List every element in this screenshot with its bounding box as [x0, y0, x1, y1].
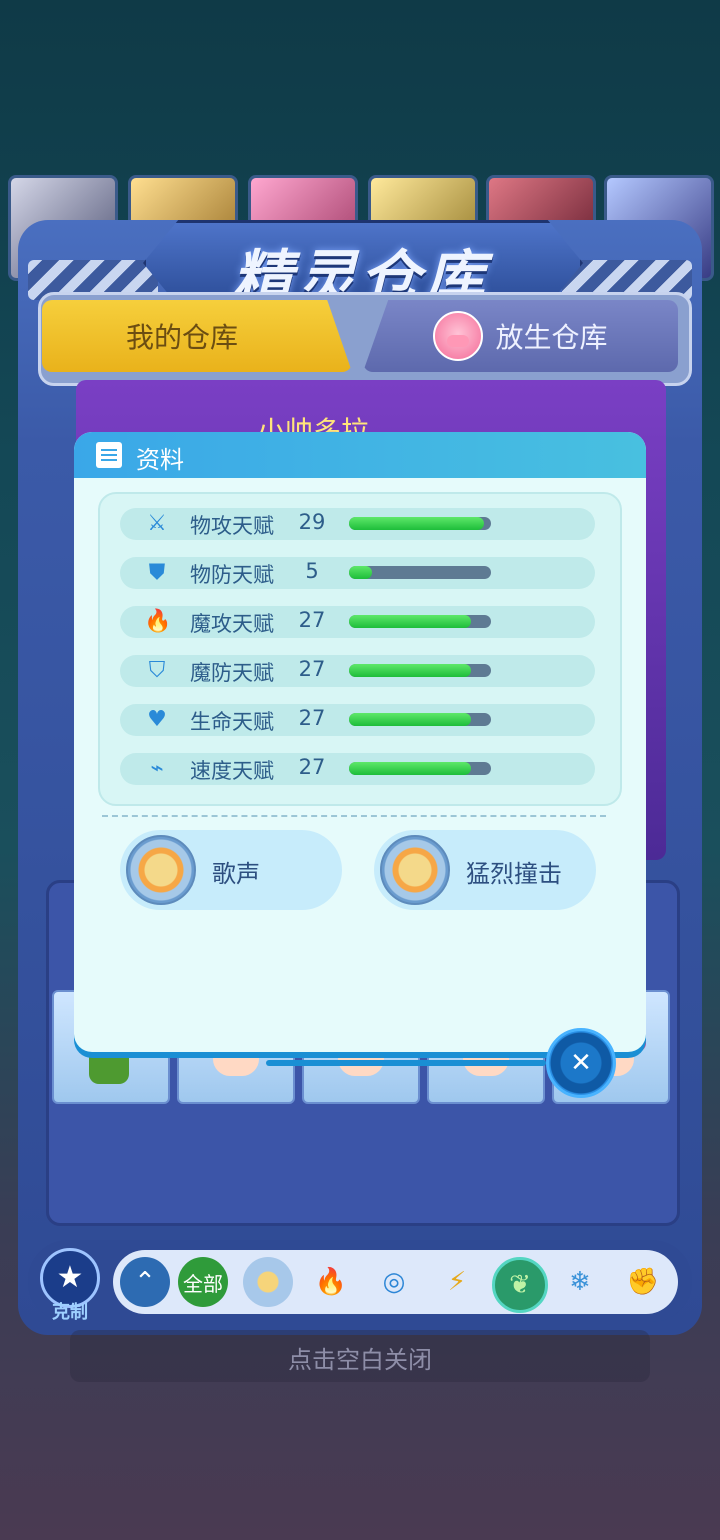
stat-row: ⌁ 速度天赋 27 — [120, 753, 595, 785]
info-modal: 资料 ⚔ 物攻天赋 29 ⛊ 物防天赋 5 🔥 魔攻天赋 27 ⛉ 魔防天赋 2… — [74, 432, 646, 1052]
section-divider — [102, 815, 606, 817]
fire-type-icon[interactable]: 🔥 — [306, 1257, 356, 1307]
close-button[interactable]: ✕ — [546, 1028, 616, 1098]
modal-title: 资料 — [136, 446, 184, 474]
tab-label: 放生仓库 — [495, 321, 608, 354]
talent-bar — [349, 664, 491, 677]
stat-name: 魔攻天赋 — [190, 612, 274, 636]
stat-name: 物防天赋 — [190, 563, 274, 587]
stat-name: 魔防天赋 — [190, 661, 274, 685]
close-icon: ✕ — [570, 1048, 592, 1078]
stat-value: 29 — [298, 510, 326, 534]
stat-value: 5 — [305, 559, 319, 583]
stat-value: 27 — [298, 755, 326, 779]
fighting-type-icon[interactable]: ✊ — [618, 1257, 668, 1307]
document-icon — [96, 442, 122, 468]
skill-name: 猛烈撞击 — [466, 860, 562, 888]
talent-bar — [349, 517, 491, 530]
stat-name: 速度天赋 — [190, 759, 274, 783]
talent-stats: ⚔ 物攻天赋 29 ⛊ 物防天赋 5 🔥 魔攻天赋 27 ⛉ 魔防天赋 27 ♥… — [98, 492, 622, 806]
tab-my-warehouse[interactable]: 我的仓库 — [42, 300, 352, 372]
talent-bar-fill — [349, 664, 472, 677]
normal-type-icon[interactable] — [243, 1257, 293, 1307]
talent-bar — [349, 713, 491, 726]
stat-row: ♥ 生命天赋 27 — [120, 704, 595, 736]
stat-row: ⛊ 物防天赋 5 — [120, 557, 595, 589]
skill-card[interactable]: 猛烈撞击 — [374, 830, 596, 910]
flame-icon: 🔥 — [144, 609, 172, 634]
shield-icon: ⛊ — [148, 560, 166, 585]
skill-name: 歌声 — [212, 860, 260, 888]
stat-name: 物攻天赋 — [190, 514, 274, 538]
talent-bar-fill — [349, 517, 484, 530]
boot-icon: ⌁ — [150, 756, 164, 781]
modal-edge — [266, 1060, 546, 1066]
talent-bar-fill — [349, 713, 472, 726]
close-hint: 点击空白关闭 — [288, 1346, 432, 1374]
filter-all-label: 全部 — [183, 1271, 223, 1296]
tab-release-warehouse[interactable]: 放生仓库 — [363, 300, 678, 372]
filter-all-button[interactable]: 全部 — [178, 1257, 228, 1307]
restrain-label: 克制 — [52, 1302, 88, 1323]
stat-row: ⚔ 物攻天赋 29 — [120, 508, 595, 540]
talent-bar — [349, 615, 491, 628]
grass-type-icon[interactable]: ❦ — [492, 1257, 548, 1313]
pig-icon — [433, 311, 484, 361]
normal-type-icon — [126, 835, 196, 905]
sword-icon: ⚔ — [147, 511, 167, 536]
water-type-icon[interactable]: ◎ — [369, 1257, 419, 1307]
stat-name: 生命天赋 — [190, 710, 274, 734]
talent-bar-fill — [349, 566, 372, 579]
talent-bar-fill — [349, 615, 472, 628]
stat-value: 27 — [298, 657, 326, 681]
ice-type-icon[interactable]: ❄ — [555, 1257, 605, 1307]
magic-shield-icon: ⛉ — [148, 658, 166, 683]
stat-row: 🔥 魔攻天赋 27 — [120, 606, 595, 638]
talent-bar-fill — [349, 762, 472, 775]
restrain-button[interactable]: ★ 克制 — [40, 1248, 100, 1323]
normal-type-icon — [380, 835, 450, 905]
stat-value: 27 — [298, 608, 326, 632]
tab-label: 我的仓库 — [125, 321, 238, 354]
electric-type-icon[interactable]: ⚡ — [432, 1257, 482, 1307]
stat-value: 27 — [298, 706, 326, 730]
heart-plus-icon: ♥ — [147, 707, 167, 732]
talent-bar — [349, 566, 491, 579]
stat-row: ⛉ 魔防天赋 27 — [120, 655, 595, 687]
up-arrow-icon[interactable]: ⌃ — [120, 1257, 170, 1307]
modal-header: 资料 — [74, 432, 646, 478]
skill-card[interactable]: 歌声 — [120, 830, 342, 910]
talent-bar — [349, 762, 491, 775]
